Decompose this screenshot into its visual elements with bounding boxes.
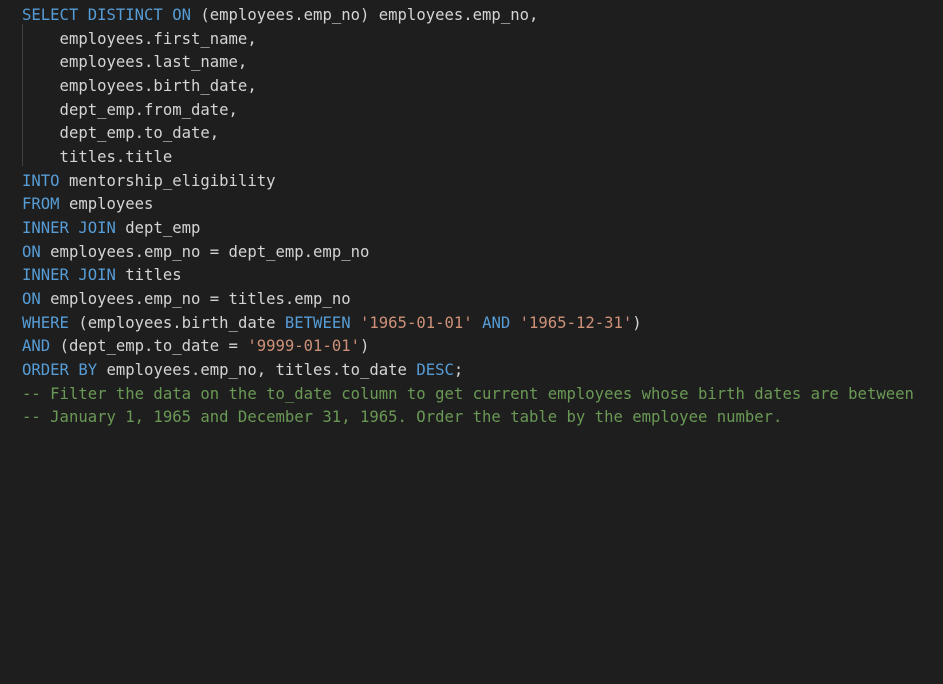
code-line[interactable]: dept_emp.from_date,: [22, 98, 238, 122]
text-token: dept_emp: [125, 219, 201, 237]
code-line[interactable]: dept_emp.to_date,: [22, 121, 220, 145]
code-editor[interactable]: SELECT DISTINCT ON (employees.emp_no) em…: [0, 0, 943, 433]
keyword-token: AND: [482, 314, 520, 332]
keyword-token: ON: [22, 243, 51, 261]
text-token: employees.emp_no, titles.to_date: [106, 361, 417, 379]
text-token: titles: [125, 266, 182, 284]
text-token: dept_emp.to_date,: [22, 124, 220, 142]
code-line[interactable]: employees.birth_date,: [22, 74, 257, 98]
text-token: employees.emp_no = titles.emp_no: [50, 290, 351, 308]
text-token: titles.title: [22, 148, 173, 166]
keyword-token: FROM: [22, 195, 69, 213]
keyword-token: ORDER BY: [22, 361, 107, 379]
code-line[interactable]: INNER JOIN dept_emp: [22, 216, 200, 240]
text-token: employees.last_name,: [22, 53, 248, 71]
text-token: ;: [453, 361, 464, 379]
string-token: '1965-12-31': [519, 314, 633, 332]
text-token: ): [632, 314, 642, 332]
text-token: (employees.birth_date: [78, 314, 285, 332]
text-token: employees.birth_date,: [22, 77, 257, 95]
keyword-token: AND: [22, 337, 60, 355]
string-token: '9999-01-01': [247, 337, 360, 355]
text-token: employees.emp_no = dept_emp.emp_no: [50, 243, 370, 261]
keyword-token: INNER JOIN: [22, 266, 126, 284]
code-line[interactable]: -- January 1, 1965 and December 31, 1965…: [22, 405, 782, 429]
text-token: (dept_emp.to_date =: [59, 337, 248, 355]
keyword-token: INTO: [22, 172, 69, 190]
code-line[interactable]: employees.first_name,: [22, 27, 257, 51]
code-line[interactable]: INNER JOIN titles: [22, 263, 182, 287]
text-token: dept_emp.from_date,: [22, 101, 238, 119]
text-token: employees: [68, 195, 154, 213]
comment-token: -- January 1, 1965 and December 31, 1965…: [22, 408, 783, 426]
keyword-token: BETWEEN: [284, 314, 360, 332]
code-line[interactable]: -- Filter the data on the to_date column…: [22, 382, 914, 406]
keyword-token: WHERE: [22, 314, 79, 332]
code-line[interactable]: ON employees.emp_no = titles.emp_no: [22, 287, 351, 311]
code-line[interactable]: ORDER BY employees.emp_no, titles.to_dat…: [22, 358, 463, 382]
keyword-token: ON: [22, 290, 51, 308]
code-line[interactable]: SELECT DISTINCT ON (employees.emp_no) em…: [22, 3, 538, 27]
string-token: '1965-01-01': [360, 314, 473, 332]
text-token: mentorship_eligibility: [68, 172, 276, 190]
text-token: ): [360, 337, 370, 355]
keyword-token: DESC: [416, 361, 454, 379]
code-line[interactable]: WHERE (employees.birth_date BETWEEN '196…: [22, 311, 642, 335]
keyword-token: SELECT DISTINCT ON: [22, 6, 201, 24]
keyword-token: INNER JOIN: [22, 219, 126, 237]
code-line[interactable]: INTO mentorship_eligibility: [22, 169, 276, 193]
comment-token: -- Filter the data on the to_date column…: [22, 385, 914, 403]
code-line[interactable]: employees.last_name,: [22, 50, 248, 74]
code-line[interactable]: FROM employees: [22, 192, 153, 216]
code-line[interactable]: ON employees.emp_no = dept_emp.emp_no: [22, 240, 369, 264]
text-token: employees.first_name,: [22, 30, 257, 48]
code-line[interactable]: titles.title: [22, 145, 173, 169]
code-line[interactable]: AND (dept_emp.to_date = '9999-01-01'): [22, 334, 369, 358]
text-token: (employees.emp_no) employees.emp_no,: [200, 6, 539, 24]
